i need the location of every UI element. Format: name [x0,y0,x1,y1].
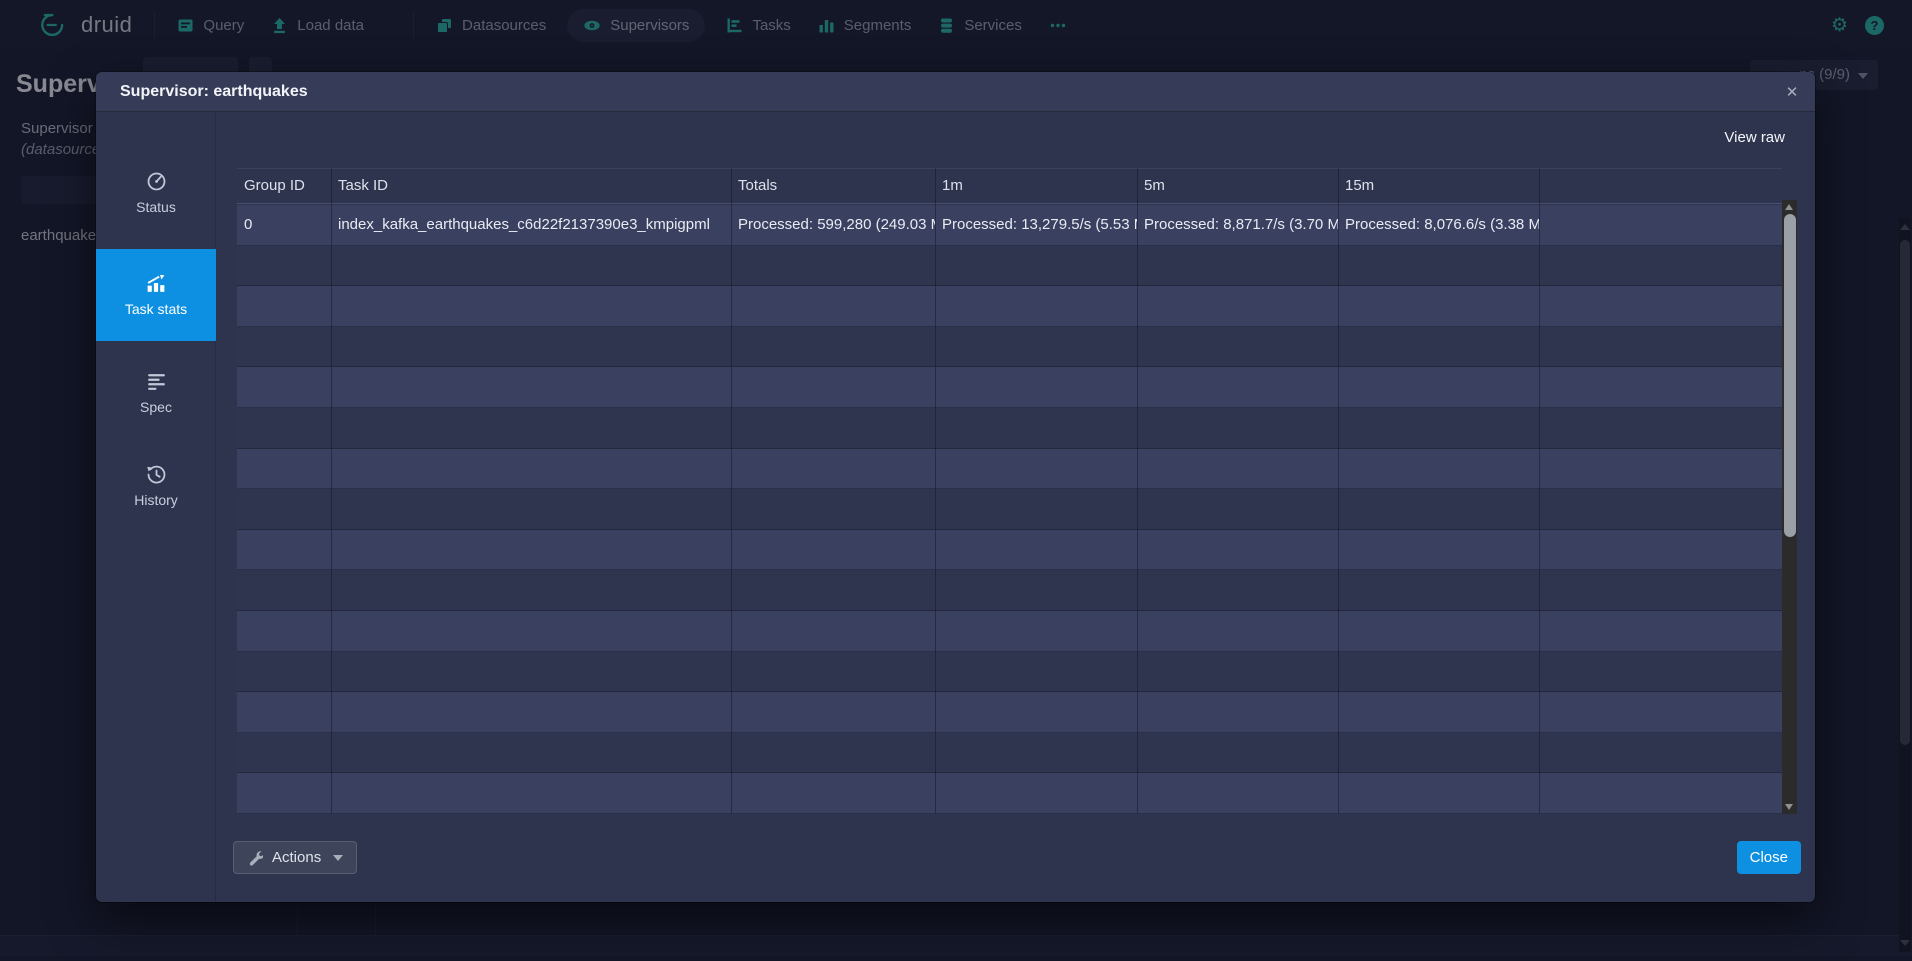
scroll-down-icon[interactable] [1782,800,1797,814]
cell-totals: Processed: 599,280 (249.03 MB) [731,205,935,245]
chevron-down-icon [333,855,343,861]
close-icon[interactable]: ✕ [1779,79,1805,105]
view-raw-link[interactable]: View raw [1724,129,1785,146]
cell-rate-1m: Processed: 13,279.5/s (5.53 MB/s) [935,205,1137,245]
wrench-icon [247,850,263,866]
table-row-empty [237,733,1782,774]
col-header-totals[interactable]: Totals [731,169,935,203]
task-stats-table: 0 index_kafka_earthquakes_c6d22f2137390e… [237,205,1782,814]
tab-task-stats[interactable]: Task stats [96,249,216,341]
table-scrollbar[interactable] [1782,200,1797,814]
table-row-empty [237,489,1782,530]
history-icon [146,464,167,485]
dialog-sidebar: Status Task stats Spec [96,111,216,902]
dialog-header: Supervisor: earthquakes [96,72,1815,111]
col-header-15m[interactable]: 15m [1338,169,1539,203]
tab-history-label: History [134,492,178,508]
table-row-empty [237,530,1782,571]
table-header: Group ID Task ID Totals 1m 5m 15m [237,168,1782,204]
col-header-filler [1539,169,1782,203]
col-header-5m[interactable]: 5m [1137,169,1338,203]
table-row-empty [237,367,1782,408]
cell-rate-5m: Processed: 8,871.7/s (3.70 MB/s) [1137,205,1338,245]
table-row-empty [237,408,1782,449]
col-header-group-id[interactable]: Group ID [237,169,331,203]
cell-group-id: 0 [237,205,331,245]
tab-status-label: Status [136,199,176,215]
gauge-icon [146,171,167,192]
tab-spec-label: Spec [140,399,172,415]
tab-status[interactable]: Status [96,163,216,223]
actions-button-label: Actions [272,849,321,866]
tab-spec[interactable]: Spec [96,363,216,423]
cell-rate-15m: Processed: 8,076.6/s (3.38 MB/s) [1338,205,1539,245]
table-row-empty [237,327,1782,368]
table-row-empty [237,773,1782,814]
table-row-empty [237,286,1782,327]
tab-task-stats-label: Task stats [125,301,187,317]
table-row-empty [237,652,1782,693]
table-row-empty [237,570,1782,611]
bar-chart-trend-icon [145,273,167,294]
actions-button[interactable]: Actions [233,841,357,874]
tab-history[interactable]: History [96,456,216,516]
close-button[interactable]: Close [1737,841,1801,874]
scroll-up-icon[interactable] [1782,200,1797,214]
supervisor-dialog: Supervisor: earthquakes ✕ Status Task st… [96,72,1815,902]
table-row: 0 index_kafka_earthquakes_c6d22f2137390e… [237,205,1782,246]
col-header-1m[interactable]: 1m [935,169,1137,203]
cell-filler [1539,205,1782,245]
table-row-empty [237,449,1782,490]
cell-task-id: index_kafka_earthquakes_c6d22f2137390e3_… [331,205,731,245]
table-row-empty [237,246,1782,287]
align-left-icon [146,371,167,392]
druid-console: druid Query Load data Datasources [0,0,1912,961]
table-row-empty [237,692,1782,733]
table-scrollbar-thumb[interactable] [1784,214,1796,537]
col-header-task-id[interactable]: Task ID [331,169,731,203]
table-row-empty [237,611,1782,652]
